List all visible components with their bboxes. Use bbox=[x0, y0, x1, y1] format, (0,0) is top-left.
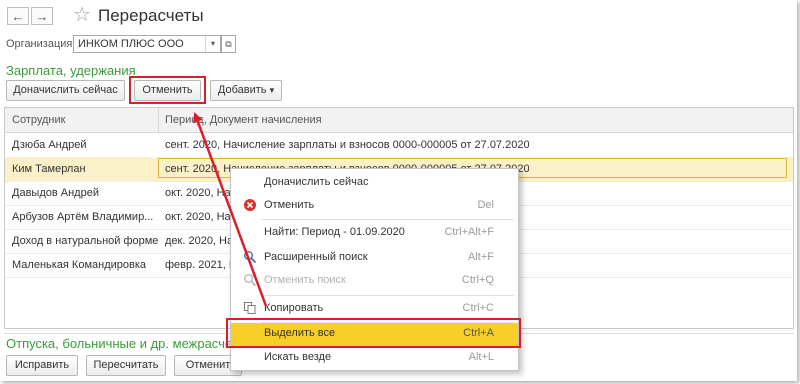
annotation-arrow bbox=[193, 112, 268, 307]
arrow-line bbox=[193, 112, 268, 307]
app-window: ← → ☆ Перерасчеты Организация: ИНКОМ ПЛЮ… bbox=[0, 0, 797, 381]
